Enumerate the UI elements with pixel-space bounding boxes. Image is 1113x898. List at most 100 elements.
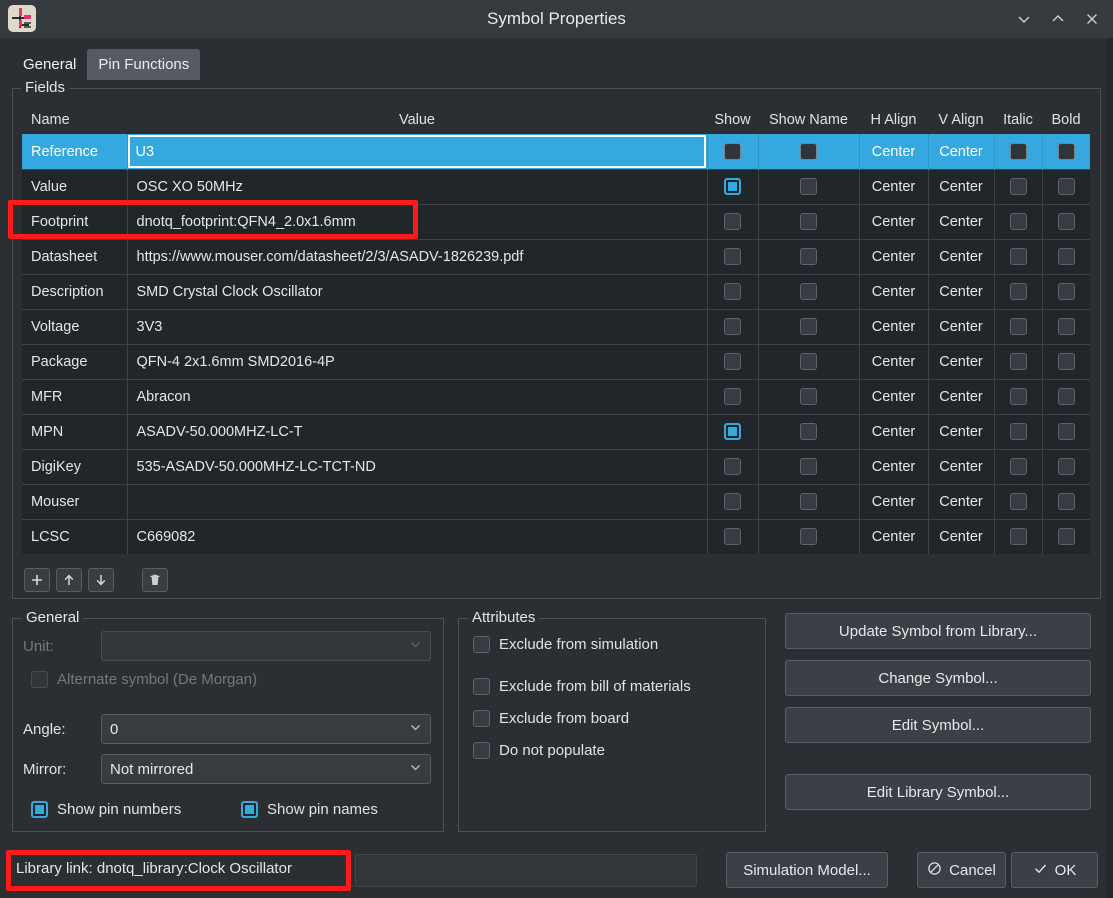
unit-dropdown[interactable] [101, 631, 431, 661]
move-field-up-button[interactable] [56, 568, 82, 592]
update-symbol-from-library-button[interactable]: Update Symbol from Library... [785, 613, 1091, 649]
field-italic-checkbox[interactable] [994, 483, 1043, 519]
field-h-align-cell[interactable]: Center [859, 203, 929, 239]
field-v-align-cell[interactable]: Center [928, 203, 995, 239]
field-name-cell[interactable]: DigiKey [22, 448, 128, 484]
field-show-checkbox[interactable] [707, 448, 759, 484]
table-row[interactable]: DigiKey 535-ASADV-50.000MHZ-LC-TCT-ND Cent… [22, 448, 1090, 484]
field-italic-checkbox[interactable] [994, 343, 1043, 379]
field-show-name-checkbox[interactable] [758, 413, 860, 449]
field-italic-checkbox[interactable] [994, 448, 1043, 484]
field-value-cell[interactable]: OSC XO 50MHz [127, 168, 708, 204]
do-not-populate-checkbox[interactable]: Do not populate [473, 742, 605, 759]
field-value-cell[interactable]: QFN-4 2x1.6mm SMD2016-4P [127, 343, 708, 379]
show-pin-names-checkbox[interactable]: Show pin names [241, 801, 378, 818]
field-bold-checkbox[interactable] [1042, 168, 1090, 204]
edit-symbol-button[interactable]: Edit Symbol... [785, 707, 1091, 743]
field-v-align-cell[interactable]: Center [928, 518, 995, 554]
maximize-icon[interactable] [1043, 4, 1073, 34]
field-show-name-checkbox[interactable] [758, 343, 860, 379]
field-name-cell[interactable]: MPN [22, 413, 128, 449]
exclude-from-board-checkbox[interactable]: Exclude from board [473, 710, 629, 727]
field-show-checkbox[interactable] [707, 238, 759, 274]
field-italic-checkbox[interactable] [994, 273, 1043, 309]
table-row[interactable]: MFR Abracon Center Center [22, 378, 1090, 414]
field-name-cell[interactable]: MFR [22, 378, 128, 414]
field-bold-checkbox[interactable] [1042, 448, 1090, 484]
field-show-checkbox[interactable] [707, 203, 759, 239]
field-v-align-cell[interactable]: Center [928, 133, 995, 169]
exclude-from-bom-checkbox[interactable]: Exclude from bill of materials [473, 678, 691, 695]
field-show-checkbox[interactable] [707, 133, 759, 169]
field-name-cell[interactable]: Footprint [22, 203, 128, 239]
field-show-checkbox[interactable] [707, 413, 759, 449]
field-show-checkbox[interactable] [707, 168, 759, 204]
tab-general[interactable]: General [12, 49, 88, 80]
field-h-align-cell[interactable]: Center [859, 273, 929, 309]
field-value-cell[interactable]: dnotq_footprint:QFN4_2.0x1.6mm [127, 203, 708, 239]
field-show-name-checkbox[interactable] [758, 378, 860, 414]
field-show-checkbox[interactable] [707, 483, 759, 519]
field-bold-checkbox[interactable] [1042, 133, 1090, 169]
table-row[interactable]: Value OSC XO 50MHz Center Center [22, 168, 1090, 204]
field-v-align-cell[interactable]: Center [928, 483, 995, 519]
table-row[interactable]: Description SMD Crystal Clock Oscillator C… [22, 273, 1090, 309]
angle-dropdown[interactable]: 0 [101, 714, 431, 744]
field-bold-checkbox[interactable] [1042, 343, 1090, 379]
field-value-cell[interactable] [127, 483, 708, 519]
field-v-align-cell[interactable]: Center [928, 413, 995, 449]
field-value-cell[interactable]: SMD Crystal Clock Oscillator [127, 273, 708, 309]
field-show-name-checkbox[interactable] [758, 203, 860, 239]
show-pin-numbers-checkbox[interactable]: Show pin numbers [31, 801, 181, 818]
field-show-checkbox[interactable] [707, 308, 759, 344]
field-name-cell[interactable]: Mouser [22, 483, 128, 519]
field-italic-checkbox[interactable] [994, 308, 1043, 344]
field-h-align-cell[interactable]: Center [859, 378, 929, 414]
table-row[interactable]: MPN ASADV-50.000MHZ-LC-T Center Center [22, 413, 1090, 449]
field-h-align-cell[interactable]: Center [859, 133, 929, 169]
field-h-align-cell[interactable]: Center [859, 238, 929, 274]
field-v-align-cell[interactable]: Center [928, 273, 995, 309]
field-value-cell[interactable]: https://www.mouser.com/datasheet/2/3/ASA… [127, 238, 708, 274]
tab-pin-functions[interactable]: Pin Functions [87, 49, 201, 80]
table-row[interactable]: Datasheet https://www.mouser.com/datashee… [22, 238, 1090, 274]
field-v-align-cell[interactable]: Center [928, 308, 995, 344]
field-bold-checkbox[interactable] [1042, 483, 1090, 519]
field-value-cell[interactable]: 3V3 [127, 308, 708, 344]
field-italic-checkbox[interactable] [994, 518, 1043, 554]
field-name-cell[interactable]: Reference [22, 133, 128, 169]
alternate-symbol-checkbox[interactable]: Alternate symbol (De Morgan) [31, 671, 257, 688]
field-value-cell[interactable]: U3 [127, 133, 708, 169]
field-show-name-checkbox[interactable] [758, 483, 860, 519]
table-row[interactable]: Package QFN-4 2x1.6mm SMD2016-4P Center Cen… [22, 343, 1090, 379]
minimize-icon[interactable] [1009, 4, 1039, 34]
close-icon[interactable] [1077, 4, 1107, 34]
field-bold-checkbox[interactable] [1042, 518, 1090, 554]
field-h-align-cell[interactable]: Center [859, 483, 929, 519]
table-row[interactable]: Footprint dnotq_footprint:QFN4_2.0x1.6mm C… [22, 203, 1090, 239]
field-italic-checkbox[interactable] [994, 238, 1043, 274]
delete-field-button[interactable] [142, 568, 168, 592]
add-field-button[interactable] [24, 568, 50, 592]
exclude-from-simulation-checkbox[interactable]: Exclude from simulation [473, 636, 658, 653]
move-field-down-button[interactable] [88, 568, 114, 592]
field-bold-checkbox[interactable] [1042, 413, 1090, 449]
field-bold-checkbox[interactable] [1042, 273, 1090, 309]
field-v-align-cell[interactable]: Center [928, 378, 995, 414]
field-show-name-checkbox[interactable] [758, 518, 860, 554]
field-name-cell[interactable]: Voltage [22, 308, 128, 344]
table-row[interactable]: Mouser Center Center [22, 483, 1090, 519]
simulation-model-button[interactable]: Simulation Model... [726, 852, 888, 888]
table-row[interactable]: Reference U3 Center Center [22, 133, 1090, 169]
field-value-cell[interactable]: 535-ASADV-50.000MHZ-LC-TCT-ND [127, 448, 708, 484]
field-show-name-checkbox[interactable] [758, 273, 860, 309]
field-show-name-checkbox[interactable] [758, 168, 860, 204]
field-bold-checkbox[interactable] [1042, 308, 1090, 344]
field-bold-checkbox[interactable] [1042, 203, 1090, 239]
field-v-align-cell[interactable]: Center [928, 238, 995, 274]
field-h-align-cell[interactable]: Center [859, 518, 929, 554]
field-value-cell[interactable]: ASADV-50.000MHZ-LC-T [127, 413, 708, 449]
field-name-cell[interactable]: Package [22, 343, 128, 379]
field-show-name-checkbox[interactable] [758, 133, 860, 169]
field-bold-checkbox[interactable] [1042, 238, 1090, 274]
